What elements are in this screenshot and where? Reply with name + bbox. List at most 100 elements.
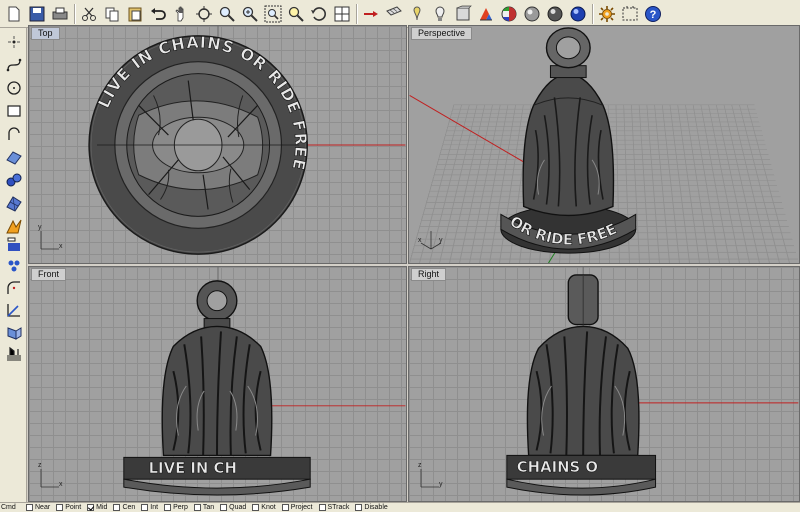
standard-toolbar: ? (0, 0, 800, 28)
osnap-mid[interactable]: Mid (87, 504, 107, 511)
osnap-checkbox[interactable] (318, 504, 326, 511)
osnap-strack[interactable]: STrack (318, 504, 349, 511)
top-view-model: LIVE IN CHAINS OR RIDE FREE (88, 26, 406, 255)
osnap-point[interactable]: Point (56, 504, 81, 511)
show-selection-icon[interactable] (360, 3, 382, 25)
osnap-tan[interactable]: Tan (193, 504, 214, 511)
viewport-top[interactable]: LIVE IN CHAINS OR RIDE FREE Top y x (28, 25, 407, 264)
zoom-selected-icon[interactable] (285, 3, 307, 25)
solid-tool-icon[interactable] (4, 170, 24, 190)
viewport-title-top[interactable]: Top (31, 27, 60, 40)
osnap-checkbox[interactable] (164, 504, 172, 511)
viewport-title-front[interactable]: Front (31, 268, 67, 281)
rendered-icon[interactable] (452, 3, 474, 25)
circle-tool-icon[interactable] (4, 78, 24, 98)
render-tool-icon[interactable] (4, 344, 24, 364)
fillet-tool-icon[interactable] (4, 278, 24, 298)
osnap-knot[interactable]: Knot (252, 504, 276, 511)
ghosted-icon[interactable] (498, 3, 520, 25)
boolean-tool-icon[interactable] (4, 300, 24, 320)
osnap-checkbox[interactable] (87, 504, 95, 511)
print-icon[interactable] (49, 3, 71, 25)
osnap-label: Near (35, 504, 51, 511)
curve-tool-icon[interactable] (4, 55, 24, 75)
toolbar-separator (356, 3, 358, 24)
axis-y-label: y (38, 224, 42, 231)
osnap-checkbox[interactable] (355, 504, 363, 511)
osnap-label: Cen (122, 504, 136, 511)
osnap-int[interactable]: Int (141, 504, 158, 511)
command-label: Cmd (1, 504, 16, 511)
osnap-perp[interactable]: Perp (164, 504, 188, 511)
zoom-window-icon[interactable] (239, 3, 261, 25)
render-icon[interactable] (521, 3, 543, 25)
axis-gizmo: x y (417, 225, 445, 253)
rotate-view-icon[interactable] (193, 3, 215, 25)
axis-y-label: y (439, 481, 443, 488)
point-icon[interactable] (406, 3, 428, 25)
rectangle-tool-icon[interactable] (4, 101, 24, 121)
options-icon[interactable] (596, 3, 618, 25)
axis-gizmo: z x (37, 462, 65, 491)
osnap-disable[interactable]: Disable (355, 504, 388, 511)
osnap-checkbox[interactable] (220, 504, 228, 511)
new-icon[interactable] (3, 3, 25, 25)
cut-icon[interactable] (78, 3, 100, 25)
help-icon[interactable]: ? (642, 3, 664, 25)
undo-view-icon[interactable] (308, 3, 330, 25)
viewport-title-perspective[interactable]: Perspective (411, 27, 473, 40)
osnap-checkbox[interactable] (252, 504, 260, 511)
osnap-project[interactable]: Project (281, 504, 313, 511)
paste-icon[interactable] (124, 3, 146, 25)
undo-icon[interactable] (147, 3, 169, 25)
transform-tool-icon[interactable] (4, 216, 24, 236)
axis-z-label: z (418, 462, 422, 469)
snapshot-icon[interactable] (619, 3, 641, 25)
axis-x-label: x (418, 237, 422, 244)
copy-icon[interactable] (101, 3, 123, 25)
axis-x-label: x (59, 243, 63, 250)
array-tool-icon[interactable] (4, 256, 24, 276)
toolbar-separator (592, 3, 594, 24)
osnap-quad[interactable]: Quad (220, 504, 246, 511)
four-views-icon[interactable] (331, 3, 353, 25)
arc-tool-icon[interactable] (4, 124, 24, 144)
osnap-checkbox[interactable] (113, 504, 121, 511)
svg-text:?: ? (650, 9, 657, 21)
osnap-checkbox[interactable] (141, 504, 149, 511)
main-toolbar (0, 28, 27, 502)
osnap-cen[interactable]: Cen (113, 504, 135, 511)
zoom-icon[interactable] (216, 3, 238, 25)
viewport-right[interactable]: CHAINS O Right z y (408, 266, 800, 502)
viewport-title-right[interactable]: Right (411, 268, 447, 281)
viewport-perspective[interactable]: OR RIDE FREE Perspective x y (408, 25, 800, 264)
osnap-checkbox[interactable] (56, 504, 64, 511)
pan-icon[interactable] (170, 3, 192, 25)
analyze-tool-icon[interactable] (4, 322, 24, 342)
surface-tool-icon[interactable] (4, 147, 24, 167)
point-tool-icon[interactable] (4, 32, 24, 52)
blue-sphere-icon[interactable] (567, 3, 589, 25)
osnap-checkbox[interactable] (193, 504, 201, 511)
perspective-view-model: OR RIDE FREE (409, 27, 637, 263)
viewport-front[interactable]: LIVE IN CH Front z x (28, 266, 407, 502)
osnap-near[interactable]: Near (26, 504, 50, 511)
shade-icon[interactable] (429, 3, 451, 25)
osnap-label: Point (65, 504, 82, 511)
dimension-tool-icon[interactable] (4, 234, 24, 254)
right-view-model: CHAINS O (506, 267, 799, 496)
front-ring-text: LIVE IN CH (149, 459, 237, 477)
mesh-tool-icon[interactable] (4, 193, 24, 213)
osnap-checkbox[interactable] (281, 504, 289, 511)
axis-x-label: x (59, 481, 63, 488)
grid-icon[interactable] (383, 3, 405, 25)
osnap-checkbox[interactable] (26, 504, 33, 511)
color-wheel-icon[interactable] (475, 3, 497, 25)
osnap-label: Mid (96, 504, 108, 511)
axis-z-label: z (38, 462, 42, 469)
zoom-extents-icon[interactable] (262, 3, 284, 25)
osnap-bar: Cmd Near Point Mid Cen Int Perp Tan Quad… (0, 502, 800, 512)
osnap-label: Disable (364, 504, 388, 511)
save-icon[interactable] (26, 3, 48, 25)
metal-sphere-icon[interactable] (544, 3, 566, 25)
